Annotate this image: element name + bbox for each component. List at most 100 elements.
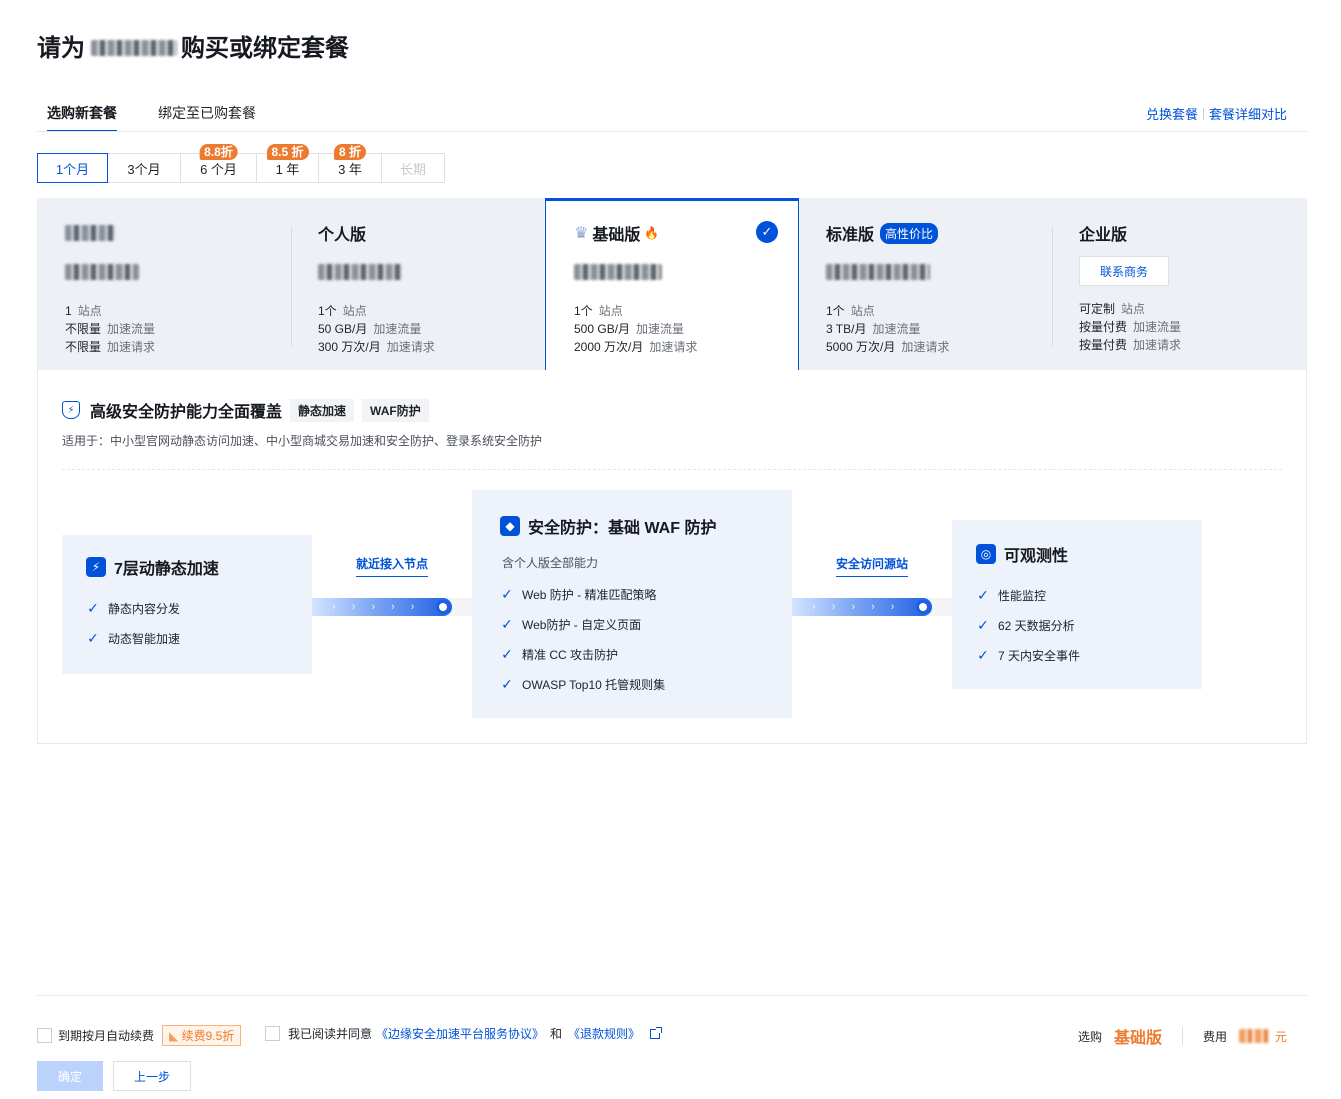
plan-spec: 500 GB/月 加速流量 (574, 322, 685, 336)
flow-label-access-node: 就近接入节点 (312, 555, 472, 577)
plan-spec: 2000 万次/月 加速请求 (574, 340, 698, 354)
plan-name: 基础版 (592, 227, 641, 244)
observability-box: ◎ 可观测性 ✓ 性能监控 ✓ 62 天数据分析 ✓ 7 天内安全事件 (952, 520, 1202, 689)
plan-card-free[interactable]: 1 站点 不限量 加速流量 不限量 加速请求 (37, 198, 291, 370)
target-icon: ◎ (976, 544, 996, 564)
plan-name: 个人版 (318, 227, 367, 244)
redacted-cost (1238, 1029, 1269, 1043)
plan-name: 企业版 (1079, 227, 1128, 244)
period-3-months[interactable]: 3个月 (107, 153, 181, 183)
redacted-price (826, 264, 930, 280)
check-icon: ✓ (87, 599, 99, 616)
flow-arrow-bar: ››››› (792, 598, 932, 616)
plan-spec: 3 TB/月 加速流量 (826, 322, 921, 336)
plan-spec: 按量付费 加速流量 (1079, 320, 1182, 334)
feature-item: ✓ 7 天内安全事件 (977, 646, 1081, 663)
tag-icon: ◣ (169, 1029, 179, 1043)
discount-badge: 8.5 折 (266, 144, 309, 160)
feature-item: ✓ 动态智能加速 (87, 629, 181, 646)
redacted-price (574, 264, 662, 280)
discount-badge: 8 折 (333, 144, 367, 160)
value-tag: 高性价比 (880, 222, 939, 244)
selected-check-icon: ✓ (756, 221, 778, 243)
flow-dot (436, 600, 450, 614)
feature-item: ✓ 62 天数据分析 (977, 616, 1075, 633)
compare-plans-link[interactable]: 套餐详细对比 (1209, 107, 1287, 122)
plan-spec: 可定制 站点 (1079, 302, 1146, 316)
check-icon: ✓ (87, 629, 99, 646)
feature-chip: 静态加速 (290, 398, 355, 422)
previous-step-button[interactable]: 上一步 (113, 1061, 191, 1091)
check-icon: ✓ (501, 645, 513, 662)
check-icon: ✓ (501, 585, 513, 602)
check-icon: ✓ (501, 675, 513, 692)
plan-spec: 不限量 加速请求 (65, 340, 156, 354)
feature-description: 适用于：中小型官网动静态访问加速、中小型商城交易加速和安全防护、登录系统安全防护 (62, 434, 543, 448)
renew-discount-tag: ◣ 续费9.5折 (162, 1025, 242, 1046)
order-summary: 选购 基础版 费用 元 (1078, 1024, 1287, 1048)
check-icon: ✓ (501, 615, 513, 632)
feature-chip: WAF防护 (362, 398, 429, 422)
page-title: 请为 购买或绑定套餐 (37, 35, 349, 62)
refund-rules-link[interactable]: 《退款规则》 (568, 1025, 640, 1042)
shield-icon: ⚡ (62, 401, 80, 419)
feature-item: ✓ 静态内容分发 (87, 599, 181, 616)
plan-spec: 1个 站点 (826, 304, 875, 318)
selected-plan: 基础版 (1113, 1030, 1162, 1047)
confirm-button[interactable]: 确定 (37, 1061, 103, 1091)
plan-spec: 1个 站点 (574, 304, 623, 318)
period-3-years[interactable]: 8 折3 年 (318, 144, 382, 183)
feature-item: ✓ 性能监控 (977, 586, 1047, 603)
plan-spec: 50 GB/月 加速流量 (318, 322, 422, 336)
external-link-icon[interactable] (650, 1026, 663, 1039)
plan-spec: 300 万次/月 加速请求 (318, 340, 435, 354)
period-1-month[interactable]: 1个月 (37, 153, 108, 183)
period-long-term[interactable]: 长期 (381, 153, 445, 183)
plan-card-personal[interactable]: 个人版 1个 站点 50 GB/月 加速流量 300 万次/月 加速请求 (290, 198, 546, 370)
agreement-row: 我已阅读并同意 《边缘安全加速平台服务协议》 和 《退款规则》 (265, 1025, 663, 1042)
plan-card-enterprise[interactable]: 企业版 联系商务 可定制 站点 按量付费 加速流量 按量付费 加速请求 (1051, 198, 1307, 370)
plan-spec: 不限量 加速流量 (65, 322, 156, 336)
lightning-icon: ⚡ (86, 557, 106, 577)
check-icon: ✓ (977, 616, 989, 633)
feature-item: ✓ Web 防护 - 精准匹配策略 (501, 585, 657, 602)
flow-arrow-bar: ››››› (312, 598, 452, 616)
discount-badge: 8.8折 (199, 144, 238, 160)
plan-spec: 1 站点 (65, 304, 102, 318)
service-agreement-link[interactable]: 《边缘安全加速平台服务协议》 (376, 1025, 544, 1042)
tabs-divider (37, 131, 1307, 132)
agreement-checkbox[interactable] (265, 1026, 280, 1041)
flow-dot (916, 600, 930, 614)
redacted-domain (91, 39, 177, 56)
check-icon: ✓ (977, 646, 989, 663)
auto-renew-label: 到期按月自动续费 (58, 1029, 155, 1043)
redacted-plan-name (65, 225, 115, 241)
plan-spec: 按量付费 加速请求 (1079, 338, 1182, 352)
tab-bind-existing-plan[interactable]: 绑定至已购套餐 (158, 103, 256, 131)
plan-card-standard[interactable]: 标准版 高性价比 1个 站点 3 TB/月 加速流量 5000 万次/月 加速请求 (798, 198, 1052, 370)
accel-box: ⚡ 7层动静态加速 ✓ 静态内容分发 ✓ 动态智能加速 (62, 535, 312, 674)
top-links: 兑换套餐 套餐详细对比 (1146, 104, 1287, 123)
security-subtitle: 含个人版全部能力 (502, 556, 599, 570)
exchange-plan-link[interactable]: 兑换套餐 (1146, 107, 1198, 122)
auto-renew-checkbox[interactable] (37, 1028, 52, 1043)
plan-spec: 1个 站点 (318, 304, 367, 318)
period-selector: 1个月 3个月 8.8折 6 个月 8.5 折1 年 8 折3 年 长期 (37, 144, 445, 183)
plan-card-basic-selected[interactable]: ♛ 基础版 🔥 ✓ 1个 站点 500 GB/月 加速流量 2000 万次/月 加速请… (545, 198, 799, 370)
plan-spec: 5000 万次/月 加速请求 (826, 340, 950, 354)
crown-icon: ♛ (574, 225, 589, 242)
dashed-divider (62, 469, 1282, 470)
period-6-months[interactable]: 8.8折 6 个月 (180, 144, 257, 183)
footer-divider (37, 995, 1307, 996)
period-1-year[interactable]: 8.5 折1 年 (256, 144, 319, 183)
feature-title: ⚡ 高级安全防护能力全面覆盖 静态加速 WAF防护 (62, 398, 429, 422)
feature-item: ✓ OWASP Top10 托管规则集 (501, 675, 666, 692)
contact-sales-button[interactable]: 联系商务 (1079, 256, 1169, 286)
check-icon: ✓ (977, 586, 989, 603)
tab-buy-new-plan[interactable]: 选购新套餐 (47, 103, 117, 132)
feature-item: ✓ 精准 CC 攻击防护 (501, 645, 619, 662)
feature-item: ✓ Web防护 - 自定义页面 (501, 615, 642, 632)
flow-label-origin: 安全访问源站 (792, 555, 952, 577)
auto-renew-row: 到期按月自动续费 ◣ 续费9.5折 (37, 1025, 242, 1046)
security-box: ◆ 安全防护：基础 WAF 防护 含个人版全部能力 ✓ Web 防护 - 精准匹配策… (472, 490, 792, 718)
